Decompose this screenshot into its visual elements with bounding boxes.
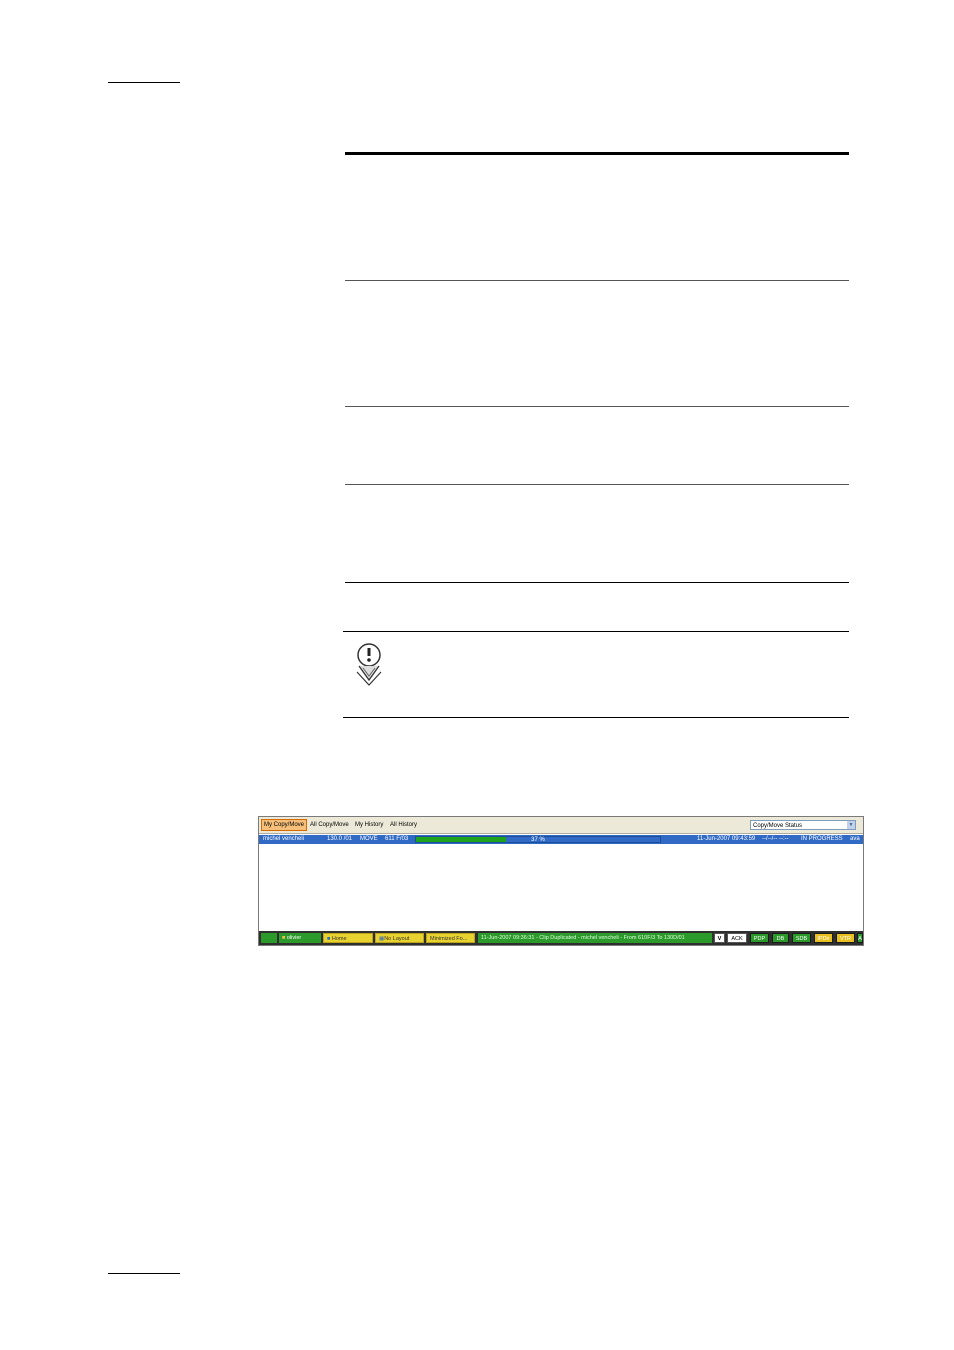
list-area[interactable] — [259, 845, 863, 931]
tab-my-history[interactable]: My History — [355, 820, 383, 830]
row-source: 130.0 /01 — [327, 836, 353, 842]
user-icon: ■ — [282, 935, 286, 941]
key-sdb[interactable]: SDB — [792, 933, 811, 943]
note-icon — [356, 643, 382, 686]
row-destination: 611 F/03 — [385, 836, 409, 842]
ack-button[interactable]: ACK — [727, 933, 747, 943]
progress-bar: 37 % — [415, 836, 661, 843]
footer-rule — [108, 1273, 180, 1274]
key-pdp[interactable]: PDP — [750, 933, 769, 943]
taskbar-minimized-button[interactable]: Minimized Fo... — [426, 933, 475, 943]
note-top-rule — [343, 631, 849, 632]
taskbar-home-label: Home — [331, 936, 347, 942]
table-bottom-border — [345, 582, 849, 583]
home-icon: ■ — [327, 936, 331, 942]
row-user: michel vencheli — [263, 836, 305, 842]
row-operation: MOVE — [360, 836, 378, 842]
table-row-divider — [345, 406, 849, 407]
header-rule — [108, 82, 180, 83]
tab-bar: My Copy/Move All Copy/Move My History Al… — [259, 817, 863, 834]
tab-my-copy-move[interactable]: My Copy/Move — [261, 819, 308, 831]
taskbar-user-button[interactable]: ■ olivier — [279, 933, 321, 943]
key-ipdir[interactable]: IPDir — [814, 933, 833, 943]
row-end: --/--/-- --:-- — [762, 836, 789, 842]
taskbar-layout-label: No Layout — [384, 936, 410, 942]
status-select[interactable]: Copy/Move Status ▼ — [750, 820, 856, 830]
taskbar-start[interactable] — [261, 933, 277, 943]
row-date: 11-Jun-2007 09:43:59 — [697, 836, 756, 842]
v-button[interactable]: V — [714, 933, 725, 943]
table-row-divider — [345, 484, 849, 485]
chevron-down-icon[interactable]: ▼ — [847, 821, 855, 829]
key-db[interactable]: DB — [772, 933, 789, 943]
row-state: IN PROGRESS — [801, 836, 843, 842]
taskbar: ■ olivier ■ Home ▦No Layout Minimized Fo… — [259, 931, 863, 945]
key-a[interactable]: A — [857, 933, 863, 943]
key-vtr[interactable]: VTR — [836, 933, 855, 943]
taskbar-layout-button[interactable]: ▦No Layout — [375, 933, 424, 943]
table-top-border — [345, 152, 849, 155]
table-row-divider — [345, 280, 849, 281]
taskbar-home-button[interactable]: ■ Home — [323, 933, 373, 943]
tab-all-history[interactable]: All History — [390, 820, 417, 830]
taskbar-user-label: olivier — [286, 935, 302, 941]
tab-all-copy-move[interactable]: All Copy/Move — [310, 820, 349, 830]
table-row[interactable]: michel vencheli 130.0 /01 MOVE 611 F/03 … — [259, 835, 863, 844]
status-select-value: Copy/Move Status — [753, 823, 803, 829]
progress-label: 37 % — [531, 837, 545, 843]
row-extra: ava — [850, 836, 860, 842]
copy-move-status-screenshot: My Copy/Move All Copy/Move My History Al… — [258, 816, 864, 946]
note-bottom-rule — [343, 717, 849, 718]
taskbar-message: 11-Jun-2007 09:36:31 - Clip Duplicated -… — [478, 933, 712, 943]
